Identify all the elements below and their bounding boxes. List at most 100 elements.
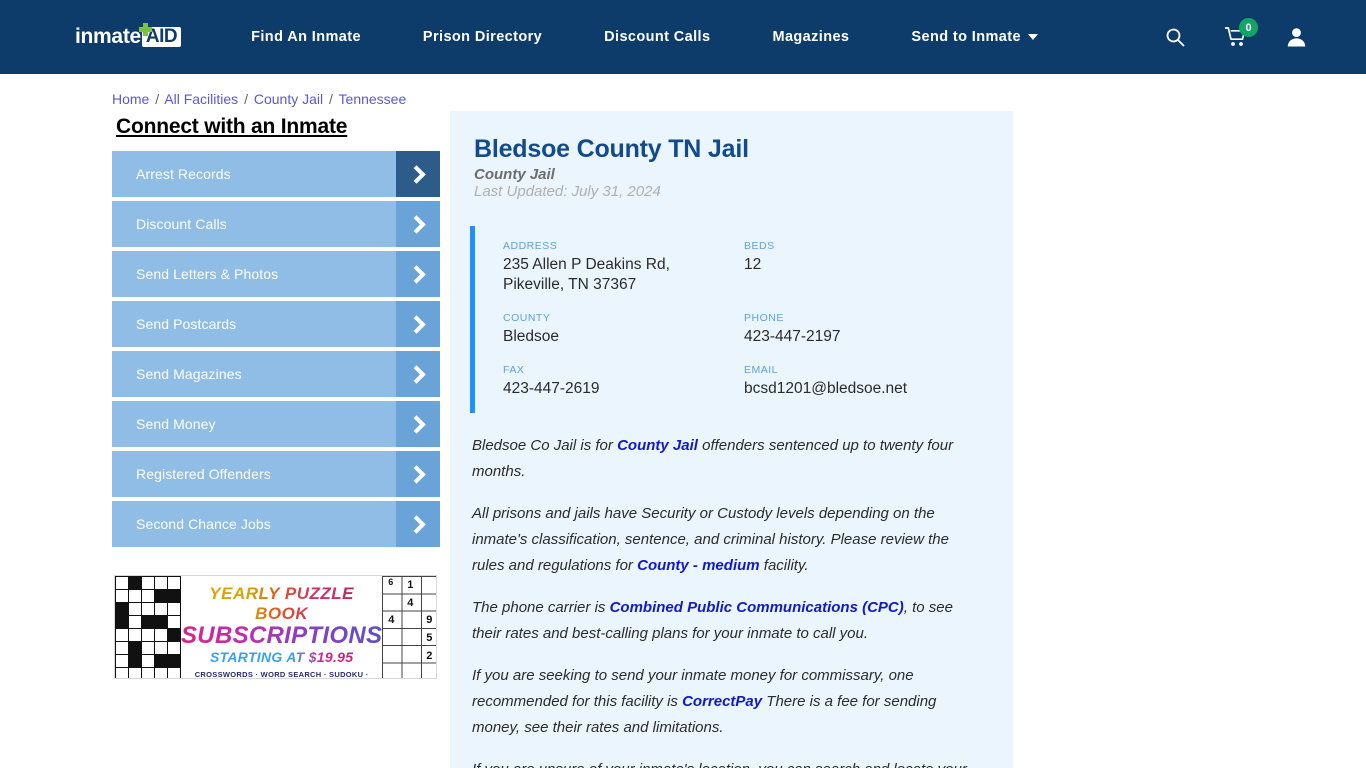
sidebar-item-discount-calls[interactable]: Discount Calls — [112, 201, 440, 247]
sudoku-digit: 9 — [426, 614, 433, 626]
green-cross-icon — [139, 23, 152, 36]
chevron-right-icon — [396, 451, 440, 497]
info-field-fax: FAX 423-447-2619 — [503, 364, 744, 399]
info-value: 12 — [744, 256, 762, 273]
info-field-county: COUNTY Bledsoe — [503, 312, 744, 347]
info-label: ADDRESS — [503, 240, 558, 252]
sudoku-digit: 4 — [407, 597, 414, 609]
sidebar-item-label: Arrest Records — [136, 166, 231, 182]
info-field-email: EMAIL bcsd1201@bledsoe.net — [744, 364, 985, 399]
chevron-right-icon — [396, 201, 440, 247]
paragraph-text: If you are unsure of your inmate's locat… — [472, 761, 967, 768]
chevron-right-icon — [396, 401, 440, 447]
info-value: bcsd1201@bledsoe.net — [744, 380, 908, 397]
info-label: PHONE — [744, 312, 784, 324]
sidebar-item-label: Discount Calls — [136, 216, 227, 232]
last-updated-text: Last Updated: July 31, 2024 — [474, 183, 661, 200]
chevron-right-icon — [396, 351, 440, 397]
info-field-address: ADDRESS 235 Allen P Deakins Rd, Pikevill… — [503, 240, 744, 295]
ad-headline-2: SUBSCRIPTIONS — [181, 622, 383, 649]
primary-nav: Find An Inmate Prison Directory Discount… — [251, 29, 1165, 45]
sidebar-item-arrest-records[interactable]: Arrest Records — [112, 151, 440, 197]
site-logo[interactable]: inmate AID — [75, 23, 182, 49]
sidebar-title: Connect with an Inmate — [116, 115, 348, 138]
breadcrumb-item-county-jail[interactable]: County Jail — [254, 91, 323, 107]
info-label: EMAIL — [744, 364, 779, 376]
chevron-right-icon — [396, 151, 440, 197]
ad-category-line: CROSSWORDS · WORD SEARCH · SUDOKU · BRAI… — [194, 670, 369, 679]
search-icon[interactable] — [1165, 27, 1185, 47]
sidebar-item-label: Send Letters & Photos — [136, 266, 279, 282]
sudoku-digit: 6 — [388, 577, 394, 587]
inline-link[interactable]: CorrectPay — [682, 693, 762, 710]
info-value: Bledsoe — [503, 328, 560, 345]
shopping-cart-icon[interactable]: 0 — [1224, 18, 1258, 47]
sidebar-item-registered-offenders[interactable]: Registered Offenders — [112, 451, 440, 497]
page-body: Home / All Facilities / County Jail / Te… — [0, 74, 1366, 768]
breadcrumb-separator: / — [244, 91, 248, 107]
crossword-grid-graphic — [115, 576, 181, 678]
sidebar-item-label: Registered Offenders — [136, 466, 271, 482]
description-paragraph: If you are unsure of your inmate's locat… — [472, 757, 985, 768]
breadcrumb-item-tennessee[interactable]: Tennessee — [339, 91, 407, 107]
info-value: 235 Allen P Deakins Rd, Pikeville, TN 37… — [503, 256, 670, 293]
info-value: 423-447-2619 — [503, 380, 600, 397]
nav-item-send-to-inmate-label: Send to Inmate — [911, 29, 1021, 45]
page-title: Bledsoe County TN Jail — [474, 135, 749, 163]
breadcrumb-item-all-facilities[interactable]: All Facilities — [164, 91, 238, 107]
nav-item-send-to-inmate[interactable]: Send to Inmate — [911, 29, 1038, 45]
inline-link[interactable]: Combined Public Communications (CPC) — [610, 599, 904, 616]
paragraph-text: facility. — [759, 557, 809, 574]
facility-type: County Jail — [474, 166, 555, 183]
sidebar-item-label: Send Money — [136, 416, 216, 432]
description-paragraph: The phone carrier is Combined Public Com… — [472, 595, 985, 647]
description-paragraph: If you are seeking to send your inmate m… — [472, 663, 985, 741]
facility-description: Bledsoe Co Jail is for County Jail offen… — [450, 413, 1013, 768]
sidebar-item-send-magazines[interactable]: Send Magazines — [112, 351, 440, 397]
sidebar-item-send-money[interactable]: Send Money — [112, 401, 440, 447]
nav-item-find-an-inmate[interactable]: Find An Inmate — [251, 29, 361, 45]
breadcrumb-item-home[interactable]: Home — [112, 91, 149, 107]
info-label: BEDS — [744, 240, 775, 252]
nav-item-magazines[interactable]: Magazines — [772, 29, 849, 45]
sudoku-digit: 1 — [407, 579, 414, 591]
ad-price-line: STARTING AT $19.95 — [181, 649, 382, 665]
description-paragraph: Bledsoe Co Jail is for County Jail offen… — [472, 433, 985, 485]
inline-link[interactable]: County Jail — [617, 437, 698, 454]
facility-info-grid: ADDRESS 235 Allen P Deakins Rd, Pikevill… — [470, 226, 985, 413]
breadcrumb-separator: / — [329, 91, 333, 107]
top-navigation-bar: inmate AID Find An Inmate Prison Directo… — [0, 0, 1366, 74]
sidebar-item-second-chance-jobs[interactable]: Second Chance Jobs — [112, 501, 440, 547]
sidebar-item-label: Second Chance Jobs — [136, 516, 271, 532]
facility-detail-panel: Bledsoe County TN Jail County Jail Last … — [450, 111, 1013, 768]
paragraph-text: The phone carrier is — [472, 599, 610, 616]
info-field-beds: BEDS 12 — [744, 240, 985, 295]
sudoku-digit: 5 — [426, 632, 433, 644]
sudoku-digit: 4 — [388, 614, 395, 626]
sidebar-item-label: Send Postcards — [136, 316, 237, 332]
chevron-right-icon — [396, 251, 440, 297]
user-account-icon[interactable] — [1287, 27, 1306, 47]
puzzle-book-ad-banner[interactable]: YEARLY PUZZLE BOOK SUBSCRIPTIONS STARTIN… — [114, 575, 437, 679]
inline-link[interactable]: County - medium — [637, 557, 760, 574]
sidebar-item-send-letters-photos[interactable]: Send Letters & Photos — [112, 251, 440, 297]
sidebar: Connect with an Inmate Arrest Records Di… — [112, 111, 440, 679]
nav-item-discount-calls[interactable]: Discount Calls — [604, 29, 710, 45]
sudoku-grid-graphic: 1 4 4 9 5 2 6 — [382, 576, 436, 678]
sudoku-digit: 2 — [426, 650, 433, 662]
info-label: COUNTY — [503, 312, 551, 324]
nav-item-prison-directory[interactable]: Prison Directory — [423, 29, 542, 45]
paragraph-text: Bledsoe Co Jail is for — [472, 437, 618, 454]
cart-count-badge: 0 — [1239, 18, 1258, 37]
sidebar-item-label: Send Magazines — [136, 366, 242, 382]
ad-headline-1: YEARLY PUZZLE BOOK — [181, 584, 382, 624]
breadcrumb-separator: / — [155, 91, 160, 107]
nav-icon-group: 0 — [1165, 18, 1306, 47]
info-value: 423-447-2197 — [744, 328, 841, 345]
ad-text-block: YEARLY PUZZLE BOOK SUBSCRIPTIONS STARTIN… — [181, 576, 382, 678]
chevron-right-icon — [396, 501, 440, 547]
info-label: FAX — [503, 364, 525, 376]
info-field-phone: PHONE 423-447-2197 — [744, 312, 985, 347]
breadcrumb: Home / All Facilities / County Jail / Te… — [0, 74, 1366, 107]
sidebar-item-send-postcards[interactable]: Send Postcards — [112, 301, 440, 347]
